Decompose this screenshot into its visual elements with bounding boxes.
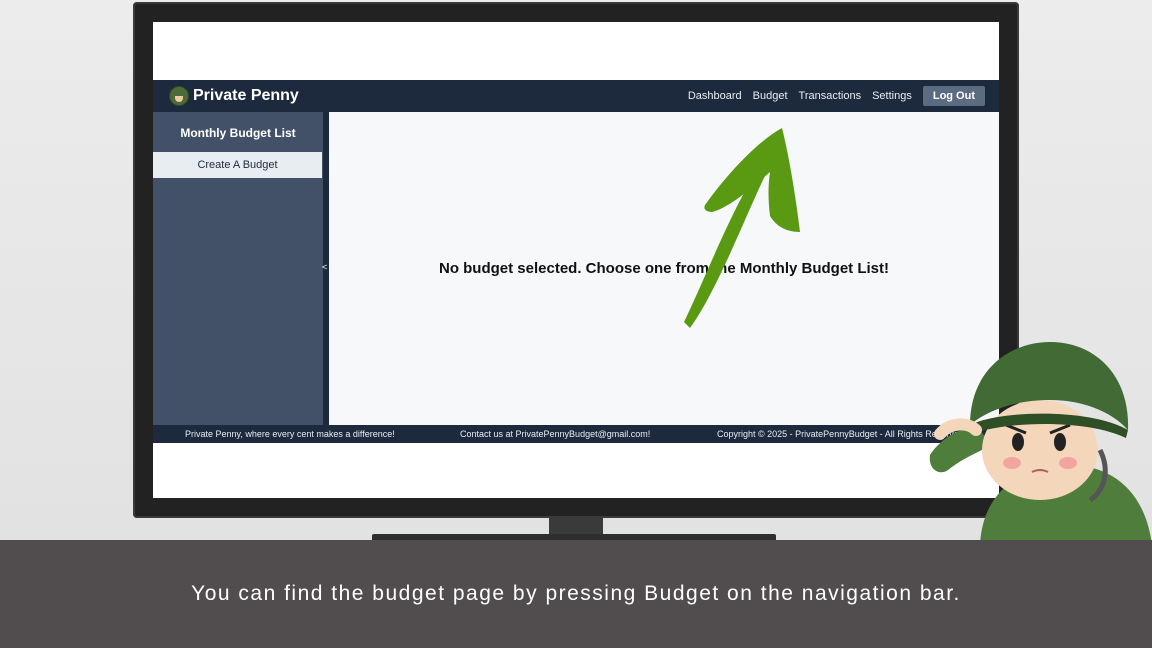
caption-text: You can find the budget page by pressing… — [191, 582, 961, 605]
saluting-soldier-icon — [929, 342, 1152, 545]
caption-bar: You can find the budget page by pressing… — [0, 540, 1152, 648]
